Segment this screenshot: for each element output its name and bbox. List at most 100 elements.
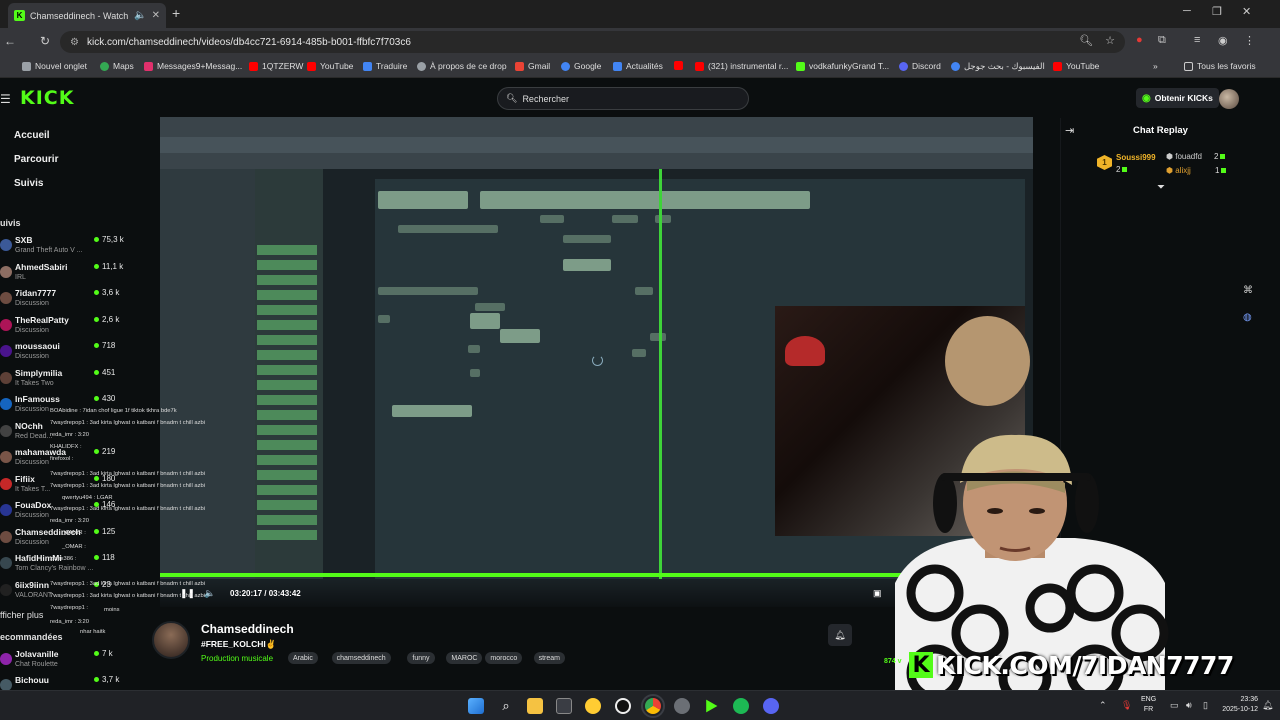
stream-tag[interactable]: chamseddinech	[331, 652, 391, 664]
nav-browse[interactable]: Parcourir	[14, 154, 58, 165]
bookmark-item[interactable]: YouTube	[307, 61, 353, 71]
bookmark-star-icon[interactable]: ☆	[1105, 34, 1115, 47]
sidebar-channel[interactable]: SXB Grand Theft Auto V ... 75,3 k	[0, 235, 130, 261]
site-info-icon[interactable]: ⚙	[70, 37, 79, 48]
daw-channel-strip	[257, 485, 317, 495]
bookmark-item[interactable]: YouTube	[1053, 61, 1099, 71]
bookmark-item[interactable]: الفيسبوك - بحث جوجل	[951, 61, 1045, 72]
close-tab-icon[interactable]: ✕	[152, 10, 160, 21]
extensions-puzzle-icon[interactable]: ⧉	[1158, 34, 1166, 47]
bookmark-item[interactable]: Actualités	[613, 61, 663, 71]
store-icon[interactable]	[556, 698, 572, 714]
language-indicator[interactable]: ENG FR	[1141, 695, 1156, 715]
bookmark-item[interactable]: Traduire	[363, 61, 407, 71]
close-window-icon[interactable]: ✕	[1242, 5, 1251, 18]
speaker-icon[interactable]: 🔈	[134, 10, 146, 21]
more-bookmarks-icon[interactable]: »	[1153, 61, 1158, 71]
bookmark-item[interactable]: vodkafunkyGrand T...	[796, 61, 889, 71]
reload-icon[interactable]: ↻	[40, 34, 50, 48]
sidebar-channel[interactable]: TheRealPatty Discussion 2,6 k	[0, 315, 130, 341]
sidebar-channel[interactable]: 7idan7777 Discussion 3,6 k	[0, 288, 130, 314]
bookmark-item[interactable]: À propos de ce drop	[417, 61, 507, 71]
sidebar-channel[interactable]: Simplymilia It Takes Two 451	[0, 368, 130, 394]
video-progress-bar[interactable]	[160, 573, 958, 577]
kick-logo[interactable]: KICK	[20, 87, 74, 109]
stream-tag[interactable]: MAROC	[446, 652, 483, 664]
bookmark-item[interactable]	[674, 61, 683, 70]
app-icon[interactable]	[615, 698, 631, 714]
bookmark-item[interactable]: Nouvel onglet	[22, 61, 87, 71]
chrome-alt-icon[interactable]	[674, 698, 690, 714]
address-bar[interactable]: ⚙ kick.com/chamseddinech/videos/db4cc721…	[60, 31, 1125, 53]
channel-viewers: 430	[94, 394, 115, 403]
recommended-channel[interactable]: Jolavanille Chat Roulette 7 k	[0, 649, 130, 675]
gmail-icon	[515, 61, 524, 71]
clock[interactable]: 23:36 2025-10-12	[1208, 695, 1258, 715]
discord-taskbar-icon[interactable]	[763, 698, 779, 714]
grid-icon[interactable]: ⌘	[1243, 285, 1253, 296]
channel-name: moussaoui	[15, 341, 60, 351]
bookmark-item[interactable]: Messages9+Messag...	[144, 61, 242, 71]
expand-leaderboard-icon[interactable]: ⏷	[1157, 182, 1165, 193]
channel-viewers: 451	[94, 368, 115, 377]
discord-icon[interactable]: ◍	[1243, 312, 1252, 323]
mic-icon[interactable]: 🎙︎	[1121, 700, 1132, 711]
back-icon[interactable]: ←	[4, 34, 16, 48]
leader-name[interactable]: ⬢ fouadfd	[1166, 152, 1202, 161]
folder-icon	[1184, 61, 1193, 71]
overlay-chat-message: _OMAR :	[62, 530, 86, 536]
daw-channel-strip	[257, 395, 317, 405]
all-bookmarks[interactable]: Tous les favoris	[1184, 61, 1256, 71]
bookmark-item[interactable]: Discord	[899, 61, 941, 71]
collapse-chat-icon[interactable]: ⇥	[1065, 124, 1074, 137]
stream-tag[interactable]: stream	[533, 652, 565, 664]
get-kicks-button[interactable]: ◉ Obtenir KICKs	[1136, 88, 1219, 108]
new-tab-button[interactable]: +	[172, 5, 180, 21]
tray-chevron-icon[interactable]: ⌃	[1099, 700, 1107, 711]
sidebar-channel[interactable]: moussaoui Discussion 718	[0, 341, 130, 367]
bookmark-item[interactable]: Google	[561, 61, 601, 71]
app-icon[interactable]	[585, 698, 601, 714]
daw-pattern-clip	[378, 191, 468, 209]
network-icon[interactable]: ▭	[1170, 700, 1179, 711]
leader-name[interactable]: ⬢ alixjj	[1166, 166, 1191, 175]
news-icon	[613, 61, 622, 71]
leader-name[interactable]: Soussi999	[1116, 153, 1156, 162]
maximize-icon[interactable]: ❐	[1212, 5, 1222, 18]
search-taskbar-icon[interactable]: ⌕	[498, 698, 514, 714]
extension-red-icon[interactable]: ●	[1136, 34, 1143, 46]
media-controls-icon[interactable]: ≡	[1194, 34, 1200, 46]
zoom-icon[interactable]: 🔍︎	[1079, 34, 1093, 47]
stream-tag[interactable]: Arabic	[288, 652, 318, 664]
nav-following[interactable]: Suivis	[14, 178, 43, 189]
volume-tray-icon[interactable]: 🔊︎	[1186, 700, 1192, 711]
user-avatar[interactable]	[1219, 89, 1239, 109]
notifications-icon[interactable]: 🔔︎	[1262, 700, 1273, 711]
bookmark-item[interactable]: 1QTZERW	[249, 61, 303, 71]
bookmark-item[interactable]: Gmail	[515, 61, 550, 71]
channel-viewers: 718	[94, 341, 115, 350]
spotify-icon[interactable]	[733, 698, 749, 714]
url-text: kick.com/chamseddinech/videos/db4cc721-6…	[86, 36, 411, 48]
sidebar-channel[interactable]: AhmedSabiri IRL 11,1 k	[0, 262, 130, 288]
stream-category[interactable]: Production musicale	[201, 654, 273, 663]
browser-tab[interactable]: K Chamseddinech - Watch th 🔈 ✕	[8, 3, 166, 28]
menu-kebab-icon[interactable]: ⋮	[1244, 34, 1255, 47]
streamer-avatar[interactable]	[152, 621, 190, 659]
minimize-icon[interactable]: ─	[1183, 5, 1191, 17]
chrome-icon[interactable]	[641, 694, 665, 718]
play-app-icon[interactable]	[706, 699, 718, 713]
start-icon[interactable]	[468, 698, 484, 714]
nav-home[interactable]: Accueil	[14, 130, 50, 141]
windows-taskbar: ⌕ ⌃ 🎙︎ ENG FR ▭ 🔊︎ ▯ 23:36 2025-10-12 🔔︎	[0, 690, 1280, 720]
profile-icon[interactable]: ◉	[1218, 34, 1228, 47]
hamburger-menu-icon[interactable]: ☰	[0, 92, 11, 106]
file-explorer-icon[interactable]	[527, 698, 543, 714]
bookmark-item[interactable]: Maps	[100, 61, 134, 71]
stream-tag[interactable]: morocco	[485, 652, 523, 664]
search-input[interactable]: 🔍︎ Rechercher	[497, 87, 749, 110]
notifications-bell-icon[interactable]: 🔔︎	[828, 624, 852, 646]
stream-tag[interactable]: funny	[407, 652, 435, 664]
bookmark-item[interactable]: (321) instrumental r...	[695, 61, 788, 71]
streamer-name[interactable]: Chamseddinech	[201, 622, 294, 636]
